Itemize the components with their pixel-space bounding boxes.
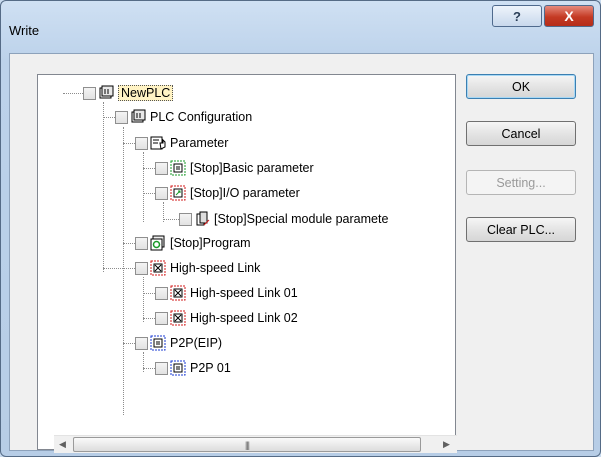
tree-connector	[123, 243, 135, 244]
tree-connector	[143, 318, 155, 319]
setting-button[interactable]: Setting...	[466, 170, 576, 195]
tree-item-label: NewPLC	[118, 85, 174, 101]
tree-connector	[143, 193, 155, 194]
tree-connector	[103, 117, 115, 118]
tree-item-p2p-eip[interactable]: P2P(EIP)	[135, 333, 222, 353]
checkbox[interactable]	[155, 311, 168, 325]
tree-connector	[63, 93, 83, 94]
checkbox[interactable]	[155, 186, 168, 200]
close-icon: X	[564, 8, 574, 24]
tree-connector	[163, 219, 179, 220]
program-icon	[150, 235, 165, 251]
grip-icon: |||	[244, 439, 250, 450]
clear-plc-button[interactable]: Clear PLC...	[466, 217, 576, 242]
tree-item-io-parameter[interactable]: [Stop]I/O parameter	[155, 183, 300, 203]
tree-item-label: [Stop]Program	[170, 236, 251, 250]
parameter-icon	[150, 136, 166, 150]
ok-button[interactable]: OK	[466, 74, 576, 99]
tree-item-label: High-speed Link	[170, 261, 261, 275]
checkbox[interactable]	[155, 361, 168, 375]
tree-item-parameter[interactable]: Parameter	[135, 133, 228, 153]
tree-connector	[143, 293, 155, 294]
basic-parameter-icon	[170, 160, 186, 176]
chevron-right-icon: ▶	[443, 439, 450, 449]
tree-connector	[143, 368, 155, 369]
tree-item-basic-parameter[interactable]: [Stop]Basic parameter	[155, 158, 314, 178]
tree-item-label: P2P 01	[190, 361, 231, 375]
scroll-left-button[interactable]: ◀	[54, 436, 71, 453]
tree-connector	[143, 352, 144, 372]
checkbox[interactable]	[179, 212, 192, 226]
tree-item-special-module-parameter[interactable]: [Stop]Special module paramete	[179, 209, 388, 229]
tree-item-newplc[interactable]: NewPLC	[83, 83, 174, 103]
plc-root-icon	[99, 85, 114, 99]
tree-item-label: [Stop]I/O parameter	[190, 186, 300, 200]
io-parameter-icon	[170, 185, 186, 201]
tree-item-label: P2P(EIP)	[170, 336, 223, 350]
tree-item-high-speed-link-02[interactable]: High-speed Link 02	[155, 308, 298, 328]
dialog-client-area: NewPLC PLC Configuration Parameter [Stop…	[9, 53, 594, 453]
help-button[interactable]: ?	[492, 5, 542, 27]
tree-item-p2p-01[interactable]: P2P 01	[155, 358, 231, 378]
close-button[interactable]: X	[544, 5, 594, 27]
checkbox[interactable]	[135, 261, 148, 275]
checkbox[interactable]	[155, 161, 168, 175]
tree-connector	[143, 277, 144, 322]
tree-item-plc-configuration[interactable]: PLC Configuration	[115, 107, 252, 127]
scroll-right-button[interactable]: ▶	[438, 436, 455, 453]
tree-connector	[103, 102, 104, 272]
tree-item-label: High-speed Link 02	[190, 311, 298, 325]
horizontal-scrollbar[interactable]: ◀ ||| ▶	[54, 435, 457, 453]
checkbox[interactable]	[135, 336, 148, 350]
tree-connector	[143, 152, 144, 222]
tree-connector	[143, 168, 155, 169]
tree-connector	[123, 127, 124, 415]
checkbox[interactable]	[83, 86, 96, 100]
tree-content: NewPLC PLC Configuration Parameter [Stop…	[38, 75, 442, 415]
tree-connector	[123, 343, 135, 344]
cancel-button[interactable]: Cancel	[466, 121, 576, 146]
checkbox[interactable]	[135, 136, 148, 150]
plc-config-icon	[131, 109, 146, 123]
high-speed-link-icon	[150, 260, 166, 276]
tree-item-label: High-speed Link 01	[190, 286, 298, 300]
tree-item-label: Parameter	[170, 136, 229, 150]
tree-item-label: [Stop]Special module paramete	[214, 212, 389, 226]
help-icon: ?	[513, 8, 521, 24]
tree-item-program[interactable]: [Stop]Program	[135, 233, 251, 253]
tree-item-high-speed-link-01[interactable]: High-speed Link 01	[155, 283, 298, 303]
p2p-icon	[170, 360, 186, 376]
special-module-icon	[196, 211, 210, 226]
high-speed-link-icon	[170, 310, 186, 326]
write-dialog: Write ? X NewPLC PLC Configuration Param…	[0, 0, 601, 457]
tree-item-label: PLC Configuration	[150, 110, 253, 124]
checkbox[interactable]	[135, 236, 148, 250]
checkbox[interactable]	[115, 110, 128, 124]
tree-connector	[103, 268, 135, 269]
tree-connector	[123, 143, 135, 144]
write-tree-view[interactable]: NewPLC PLC Configuration Parameter [Stop…	[37, 74, 457, 453]
chevron-left-icon: ◀	[59, 439, 66, 449]
checkbox[interactable]	[155, 286, 168, 300]
scrollbar-thumb[interactable]: |||	[73, 437, 421, 452]
dialog-title: Write	[9, 23, 40, 38]
high-speed-link-icon	[170, 285, 186, 301]
p2p-icon	[150, 335, 166, 351]
tree-item-high-speed-link[interactable]: High-speed Link	[135, 258, 260, 278]
tree-item-label: [Stop]Basic parameter	[190, 161, 314, 175]
